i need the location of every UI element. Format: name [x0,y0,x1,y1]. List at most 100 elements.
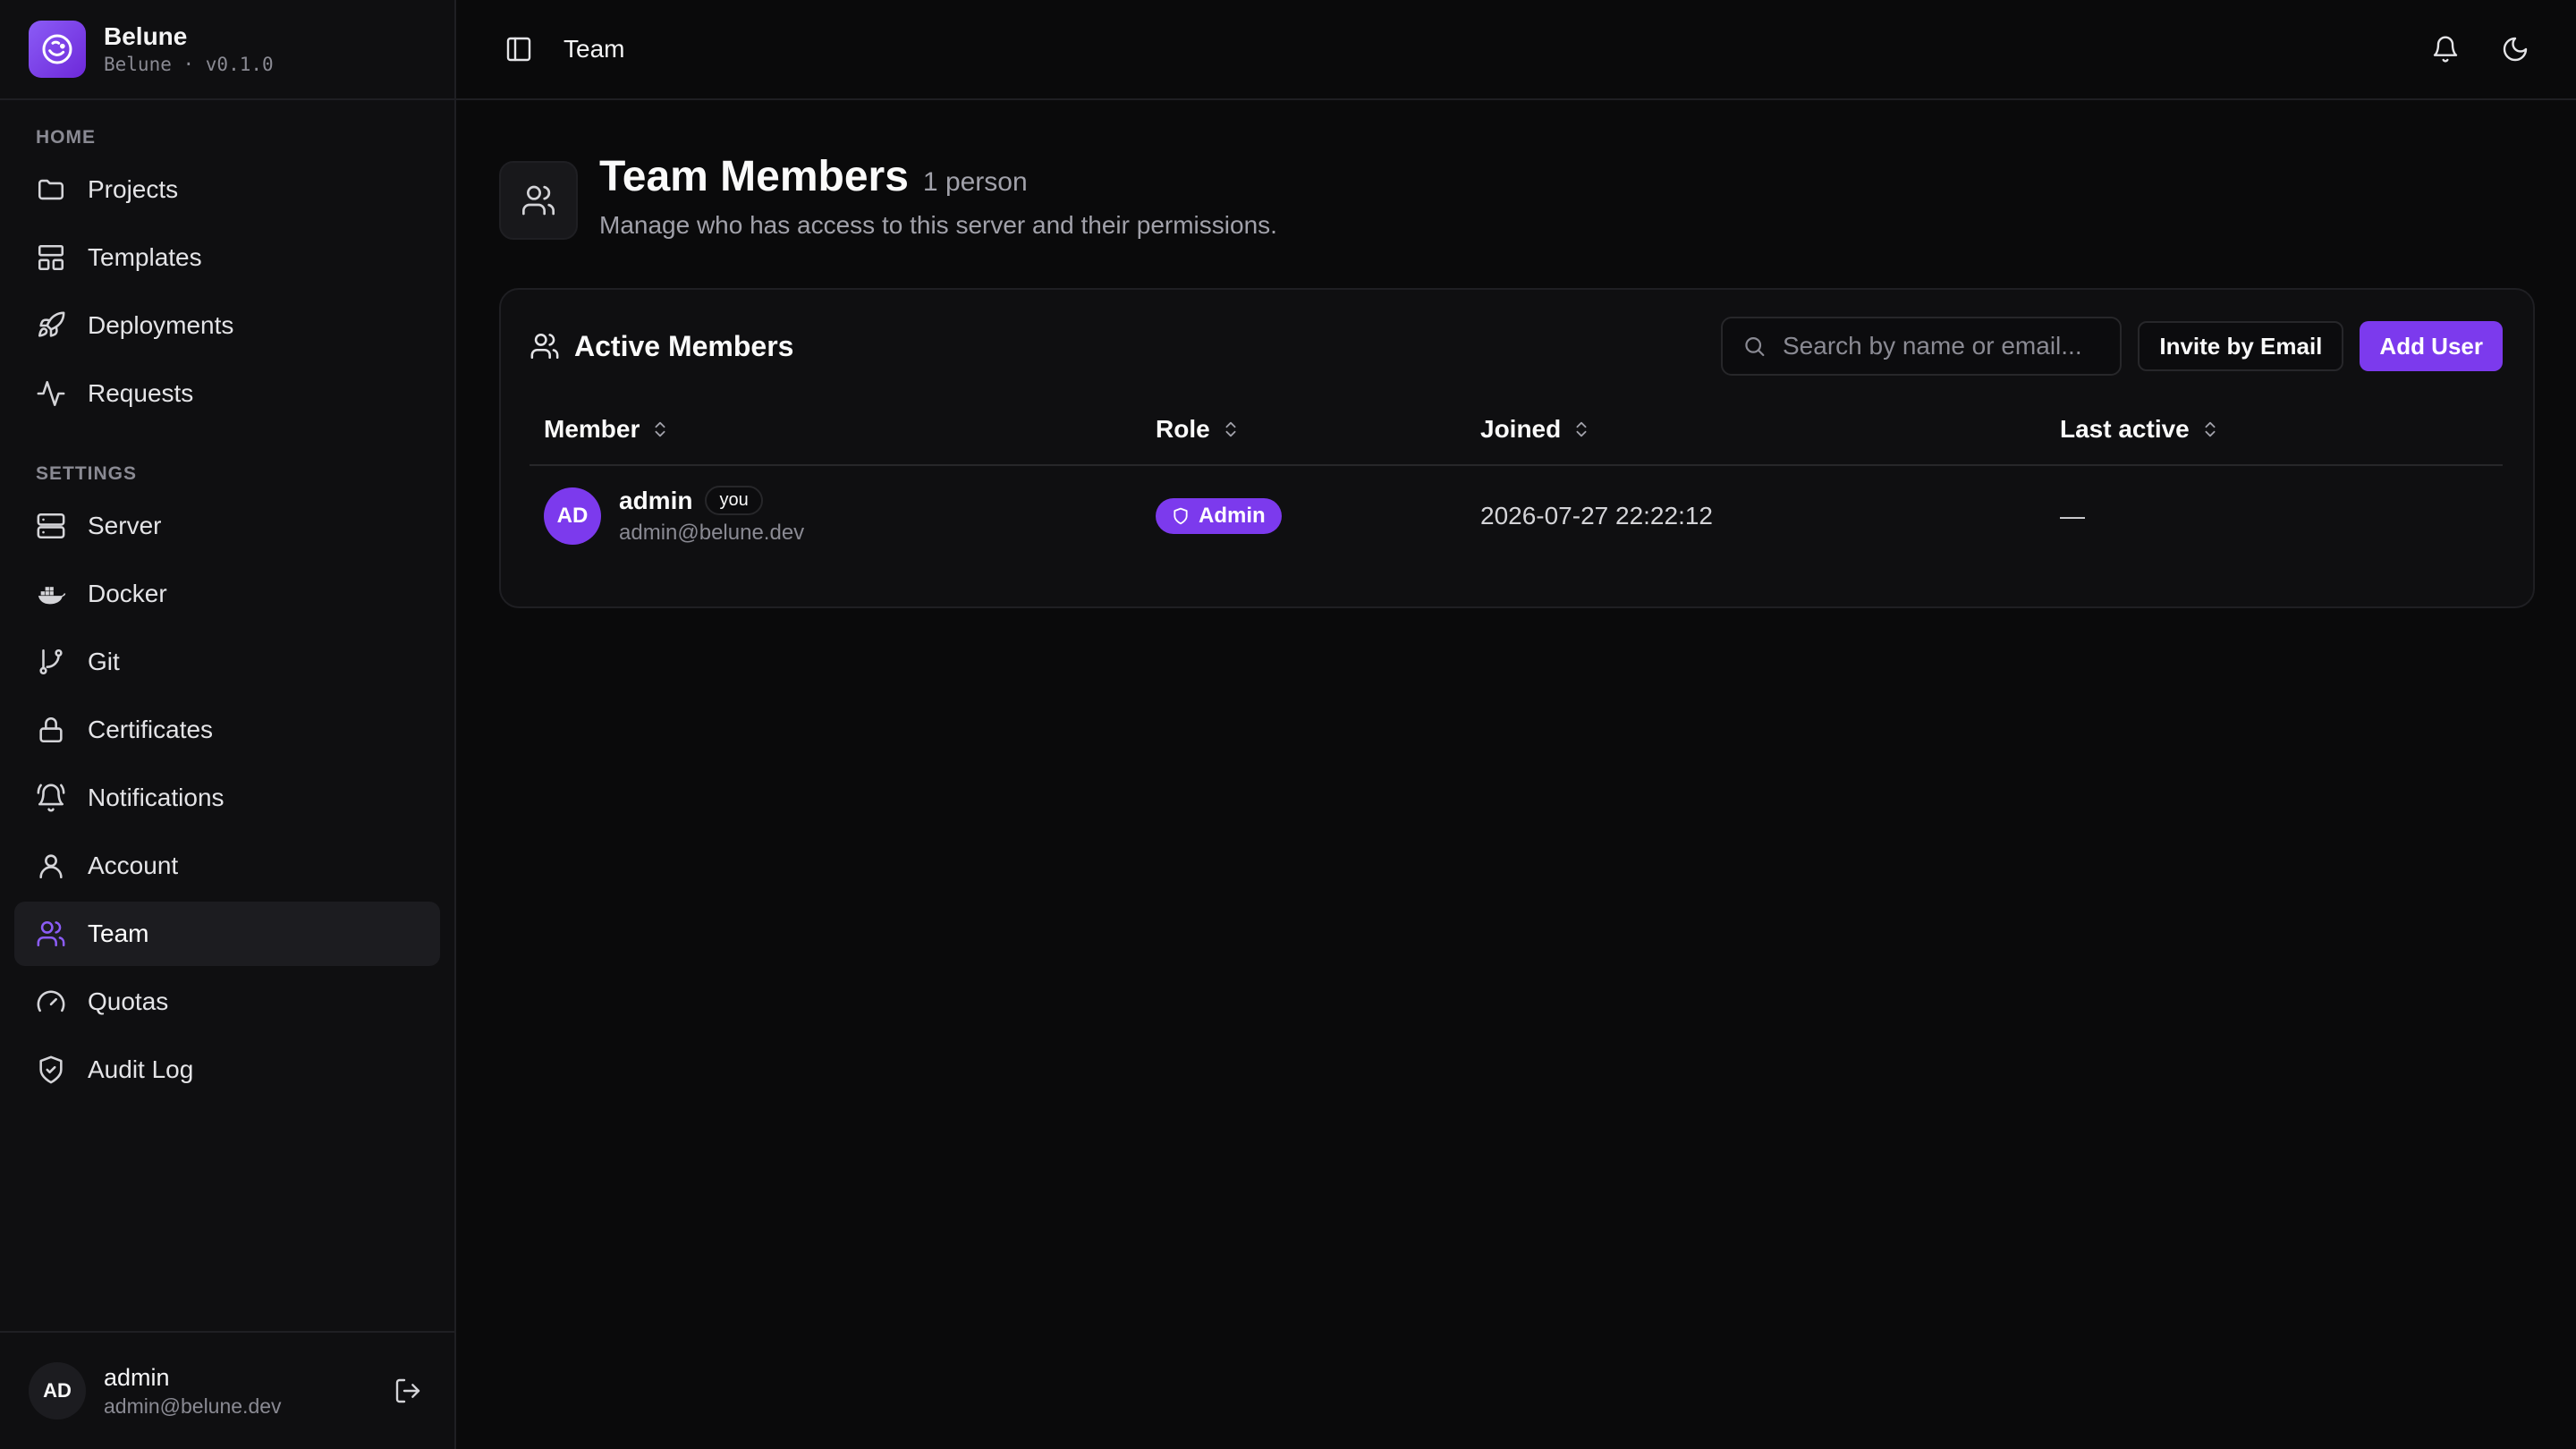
role-cell: Admin [1141,465,1466,565]
column-header-member[interactable]: Member [530,394,1141,466]
role-badge[interactable]: Admin [1156,497,1282,534]
brand-logo-icon [29,21,86,78]
sidebar-item-git[interactable]: Git [14,630,440,694]
user-name: admin [104,1364,170,1391]
search-icon [1745,337,1765,357]
team-header-icon [499,161,578,240]
layout-icon [38,244,64,271]
sidebar-item-label: Quotas [88,987,169,1015]
docker-icon [38,587,66,605]
theme-toggle-button[interactable] [2497,31,2533,67]
page-header: Team Members 1 person Manage who has acc… [499,148,2535,240]
page-heading-text: Team Members 1 person Manage who has acc… [599,148,1277,240]
add-user-button[interactable]: Add User [2360,321,2503,371]
topbar: Team [456,0,2576,100]
column-label: Last active [2060,414,2190,443]
last-active-cell: — [2060,501,2085,530]
table-row[interactable]: AD admin you admin@belune.dev Admin 2026… [530,465,2503,565]
sidebar-item-label: Server [88,512,162,539]
sidebar-item-label: Account [88,852,179,879]
shield-icon [1174,507,1188,524]
page-title: Team Members [599,153,909,200]
sidebar-user-footer: AD admin admin@belune.dev [0,1331,454,1449]
server-icon [37,513,65,539]
sidebar-item-team[interactable]: Team [14,902,440,966]
sidebar-item-account[interactable]: Account [14,834,440,898]
breadcrumb: Team [564,35,625,63]
invite-by-email-button[interactable]: Invite by Email [2138,321,2344,371]
member-cell: AD admin you admin@belune.dev [530,465,1141,565]
member-name: admin [619,486,693,514]
sidebar-item-label: Projects [88,175,179,203]
topbar-actions [2428,31,2533,67]
column-label: Role [1156,414,1210,443]
panel-left-icon [506,37,531,62]
search-input[interactable] [1783,332,2101,360]
search-box[interactable] [1721,317,2123,376]
column-header-role[interactable]: Role [1141,394,1466,466]
page-content: Team Members 1 person Manage who has acc… [456,100,2576,608]
gauge-icon [37,990,65,1013]
notifications-button[interactable] [2428,31,2463,67]
brand-subtitle: Belune · v0.1.0 [104,54,274,75]
users-icon [37,920,65,947]
sidebar-item-label: Docker [88,580,167,607]
sort-icon [2205,421,2216,436]
sidebar-item-requests[interactable]: Requests [14,361,440,426]
sidebar-item-templates[interactable]: Templates [14,225,440,290]
card-actions: Invite by Email Add User [1721,317,2503,376]
members-table: Member Role Joined Last active AD admin … [530,394,2503,565]
bell-icon [2433,36,2458,63]
brand-header[interactable]: Belune Belune · v0.1.0 [0,0,454,100]
joined-cell: 2026-07-27 22:22:12 [1480,501,1713,530]
column-label: Joined [1480,414,1562,443]
rocket-icon [38,311,65,337]
bell-ring-icon [37,784,65,812]
member-email: admin@belune.dev [619,521,805,545]
toggle-sidebar-button[interactable] [501,31,537,67]
sidebar-nav: HOME Projects Templates Deployments Requ… [0,100,454,1331]
card-title: Active Members [530,330,793,363]
log-out-icon [395,1378,420,1403]
nav-group-label-settings: SETTINGS [36,463,138,484]
users-icon [530,333,559,360]
role-label: Admin [1199,503,1266,528]
sidebar-item-certificates[interactable]: Certificates [14,698,440,762]
sort-icon [1225,421,1236,436]
sidebar: Belune Belune · v0.1.0 HOME Projects Tem… [0,0,456,1449]
member-info: admin you admin@belune.dev [619,486,804,546]
sidebar-item-label: Audit Log [88,1055,194,1083]
sidebar-item-label: Git [88,648,120,675]
sidebar-item-server[interactable]: Server [14,494,440,558]
sidebar-item-projects[interactable]: Projects [14,157,440,222]
app-root: Belune Belune · v0.1.0 HOME Projects Tem… [0,0,2576,1449]
folder-icon [38,179,64,200]
sidebar-item-notifications[interactable]: Notifications [14,766,440,830]
sidebar-item-quotas[interactable]: Quotas [14,970,440,1034]
lock-icon [39,717,63,743]
sidebar-item-docker[interactable]: Docker [14,562,440,626]
you-badge: you [705,486,763,515]
column-header-last-active[interactable]: Last active [2046,394,2503,466]
brand-text: Belune Belune · v0.1.0 [104,21,274,77]
user-info: admin admin@belune.dev [104,1362,282,1419]
git-branch-icon [39,648,63,675]
column-header-joined[interactable]: Joined [1466,394,2046,466]
column-label: Member [544,414,640,443]
sidebar-item-deployments[interactable]: Deployments [14,293,440,358]
sidebar-item-audit-log[interactable]: Audit Log [14,1038,440,1102]
avatar[interactable]: AD [29,1362,86,1419]
main-area: Team Team Members 1 person Manage who ha… [456,0,2576,1449]
sidebar-item-label: Certificates [88,716,214,743]
members-card: Active Members Invite by Email Add User [499,288,2535,608]
sidebar-item-label: Requests [88,379,194,407]
shield-check-icon [39,1055,63,1084]
moon-icon [2503,37,2528,62]
logout-button[interactable] [390,1373,426,1409]
sidebar-item-label: Team [88,919,149,947]
activity-icon [37,380,65,407]
table-header-row: Member Role Joined Last active [530,394,2503,466]
nav-group-label-home: HOME [36,127,96,148]
sort-icon [1576,421,1587,436]
user-icon [39,854,63,879]
